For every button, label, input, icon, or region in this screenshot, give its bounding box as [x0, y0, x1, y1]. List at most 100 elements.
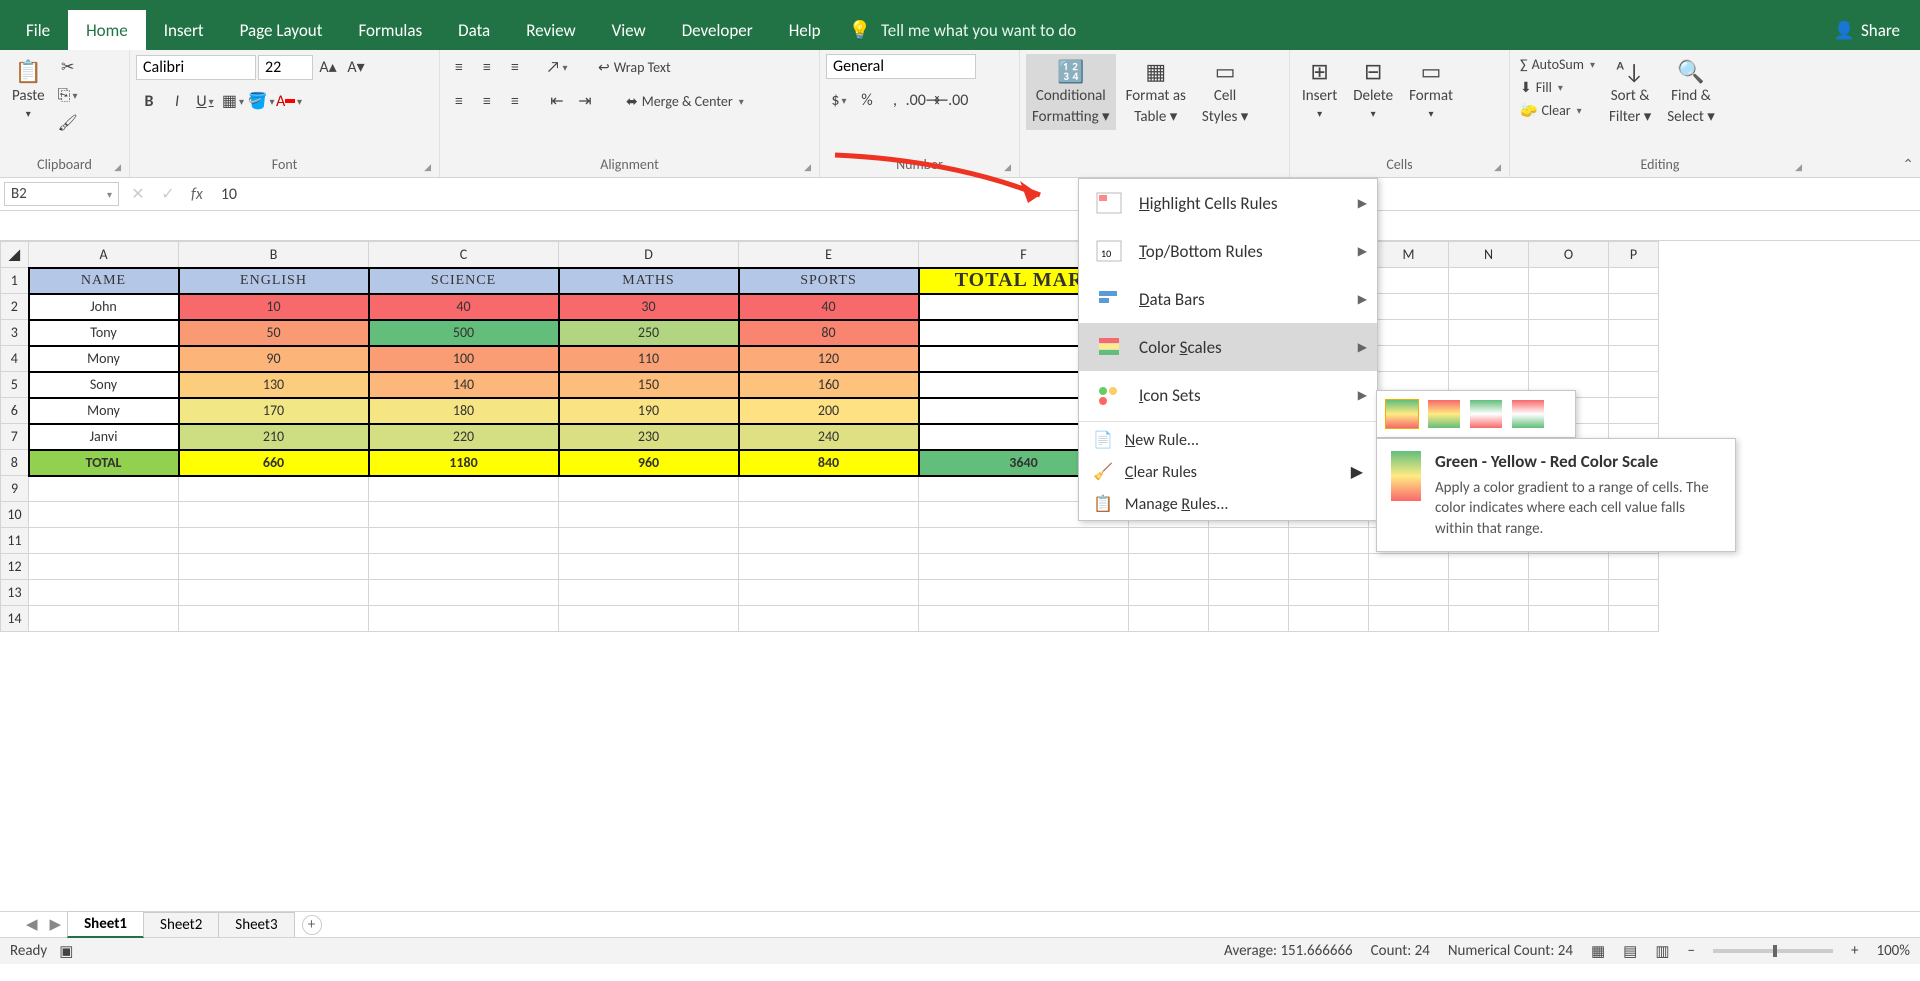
cell[interactable] [919, 580, 1129, 606]
cell[interactable]: 150 [559, 372, 739, 398]
col-header[interactable]: M [1369, 242, 1449, 268]
row-header[interactable]: 11 [1, 528, 29, 554]
cell[interactable]: 100 [369, 346, 559, 372]
number-format-combo[interactable] [826, 54, 976, 79]
tab-home[interactable]: Home [68, 10, 146, 50]
cell[interactable] [739, 554, 919, 580]
bold-button[interactable]: B [136, 88, 162, 114]
cell[interactable]: 30 [559, 294, 739, 320]
cell[interactable]: 500 [369, 320, 559, 346]
zoom-out-button[interactable]: − [1688, 942, 1695, 960]
col-header[interactable]: B [179, 242, 369, 268]
cell[interactable] [369, 528, 559, 554]
cf-color-scales[interactable]: Color Scales▶ [1079, 323, 1377, 371]
row-header[interactable]: 13 [1, 580, 29, 606]
cell[interactable]: Sony [29, 372, 179, 398]
table-header[interactable]: ENGLISH [179, 268, 369, 294]
autosum-button[interactable]: ∑ AutoSum [1516, 54, 1599, 75]
cell[interactable] [1209, 554, 1289, 580]
cell[interactable]: 200 [739, 398, 919, 424]
table-header[interactable]: SPORTS [739, 268, 919, 294]
cell[interactable] [369, 554, 559, 580]
sheet-tab-2[interactable]: Sheet2 [143, 912, 219, 937]
wrap-text-button[interactable]: ↩Wrap Text [594, 57, 675, 78]
col-header[interactable]: D [559, 242, 739, 268]
cell[interactable] [919, 554, 1129, 580]
cell[interactable] [29, 606, 179, 632]
table-header[interactable]: MATHS [559, 268, 739, 294]
zoom-in-button[interactable]: + [1851, 942, 1858, 960]
underline-button[interactable]: U [192, 88, 218, 114]
cell[interactable] [179, 580, 369, 606]
cell[interactable] [1209, 580, 1289, 606]
cell[interactable]: 230 [559, 424, 739, 450]
cell[interactable]: TOTAL [29, 450, 179, 476]
cell[interactable] [1529, 580, 1609, 606]
cell[interactable]: 210 [179, 424, 369, 450]
percent-button[interactable]: % [854, 87, 880, 113]
cell[interactable]: Mony [29, 346, 179, 372]
cell[interactable] [29, 554, 179, 580]
cell[interactable] [739, 606, 919, 632]
worksheet-grid[interactable]: ◢ABCDEFJKLMNOP1NAMEENGLISHSCIENCEMATHSSP… [0, 241, 1920, 911]
cell[interactable]: Tony [29, 320, 179, 346]
cell[interactable] [739, 476, 919, 502]
sheet-tab-1[interactable]: Sheet1 [67, 911, 144, 938]
color-scale-gyr[interactable] [1385, 399, 1419, 429]
fx-icon[interactable]: fx [183, 185, 211, 204]
cell[interactable]: 240 [739, 424, 919, 450]
cell[interactable]: John [29, 294, 179, 320]
row-header[interactable]: 10 [1, 502, 29, 528]
tab-help[interactable]: Help [771, 10, 839, 50]
cell[interactable]: 160 [739, 372, 919, 398]
cell[interactable] [179, 528, 369, 554]
sheet-tab-3[interactable]: Sheet3 [218, 912, 294, 937]
cell[interactable] [1289, 580, 1369, 606]
font-size-combo[interactable] [258, 55, 313, 80]
accounting-button[interactable]: $ [826, 87, 852, 113]
macro-record-icon[interactable]: ▣ [59, 942, 73, 961]
cell[interactable] [1369, 606, 1449, 632]
cell[interactable] [739, 528, 919, 554]
cell[interactable] [1209, 606, 1289, 632]
cell[interactable]: 250 [559, 320, 739, 346]
insert-cell-button[interactable]: ⊞Insert▾ [1296, 54, 1343, 124]
cell[interactable] [559, 476, 739, 502]
cell[interactable]: 130 [179, 372, 369, 398]
cancel-formula-icon[interactable]: ✕ [123, 184, 153, 204]
cell[interactable]: 960 [559, 450, 739, 476]
align-top-button[interactable]: ≡ [446, 54, 472, 80]
cell[interactable]: 50 [179, 320, 369, 346]
cell[interactable]: 180 [369, 398, 559, 424]
cell[interactable] [1609, 606, 1659, 632]
collapse-ribbon-icon[interactable]: ⌃ [1902, 156, 1914, 173]
grow-font-button[interactable]: A▴ [315, 54, 341, 80]
row-header[interactable]: 5 [1, 372, 29, 398]
format-painter-button[interactable]: 🖌 [55, 110, 81, 136]
cell[interactable] [1289, 554, 1369, 580]
row-header[interactable]: 14 [1, 606, 29, 632]
cell[interactable] [29, 580, 179, 606]
cell[interactable] [559, 528, 739, 554]
cell[interactable] [1449, 606, 1529, 632]
cell[interactable] [29, 528, 179, 554]
row-header[interactable]: 2 [1, 294, 29, 320]
cell[interactable] [1609, 554, 1659, 580]
share-button[interactable]: 👤Share [1834, 10, 1900, 50]
outdent-button[interactable]: ⇤ [544, 88, 570, 114]
cell[interactable]: 80 [739, 320, 919, 346]
cell[interactable]: 40 [739, 294, 919, 320]
cell[interactable] [1129, 580, 1209, 606]
sheet-nav-prev[interactable]: ◀ [20, 915, 44, 934]
cell[interactable]: Mony [29, 398, 179, 424]
font-name-combo[interactable] [136, 55, 256, 80]
tab-review[interactable]: Review [508, 10, 593, 50]
row-header[interactable]: 6 [1, 398, 29, 424]
inc-decimal-button[interactable]: .00→ [910, 87, 936, 113]
col-header[interactable]: A [29, 242, 179, 268]
col-header[interactable]: N [1449, 242, 1529, 268]
cell[interactable]: 660 [179, 450, 369, 476]
zoom-slider[interactable] [1713, 949, 1833, 953]
color-scale-rwg[interactable] [1511, 399, 1545, 429]
cell[interactable] [179, 554, 369, 580]
